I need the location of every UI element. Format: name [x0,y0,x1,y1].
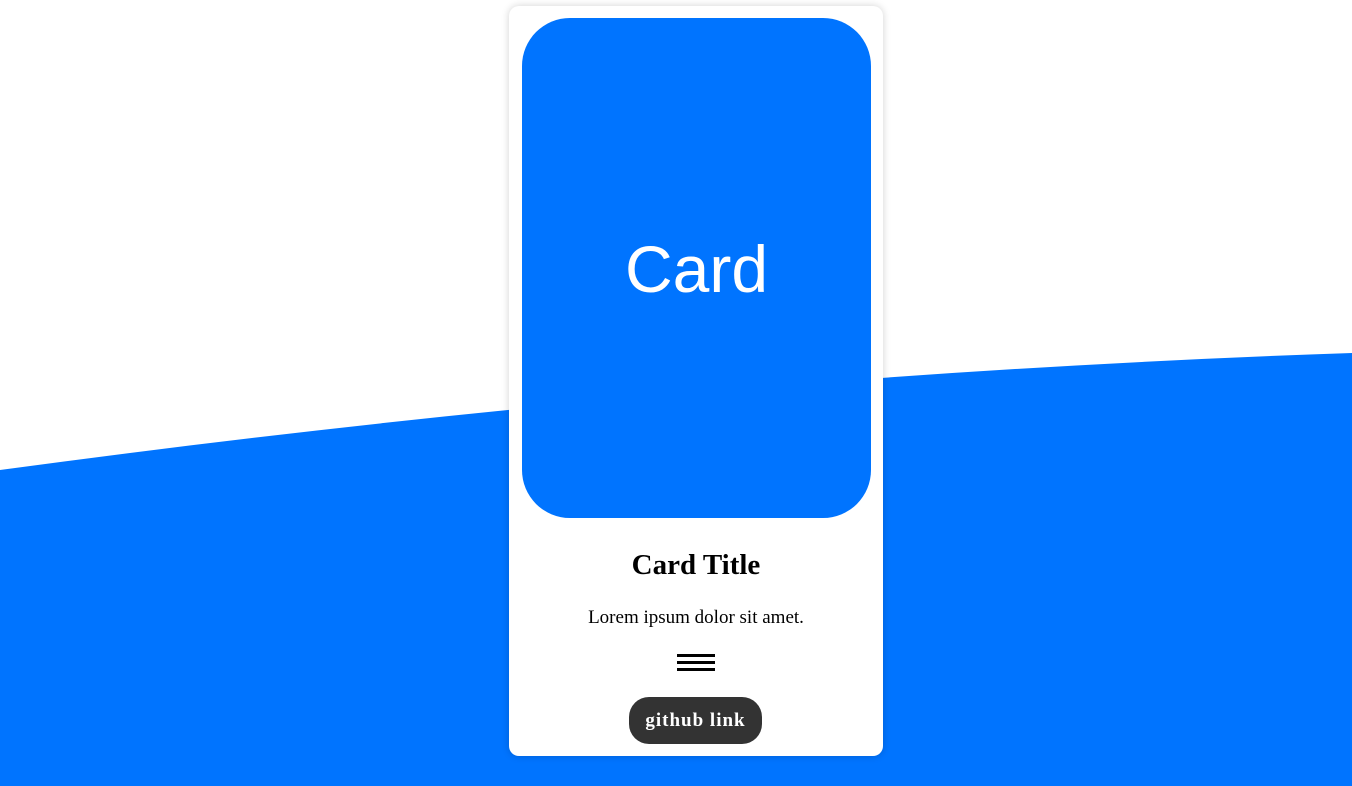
card-image-label: Card [624,232,769,306]
menu-icon-bar [677,661,715,664]
menu-icon-bar [677,668,715,671]
card-image: Card [522,18,871,518]
card: Card Card Title Lorem ipsum dolor sit am… [509,6,883,756]
card-title: Card Title [631,549,761,581]
github-link-button[interactable]: github link [629,697,762,744]
menu-icon[interactable] [677,652,715,672]
card-description: Lorem ipsum dolor sit amet. [588,607,804,628]
menu-icon-bar [677,654,715,657]
